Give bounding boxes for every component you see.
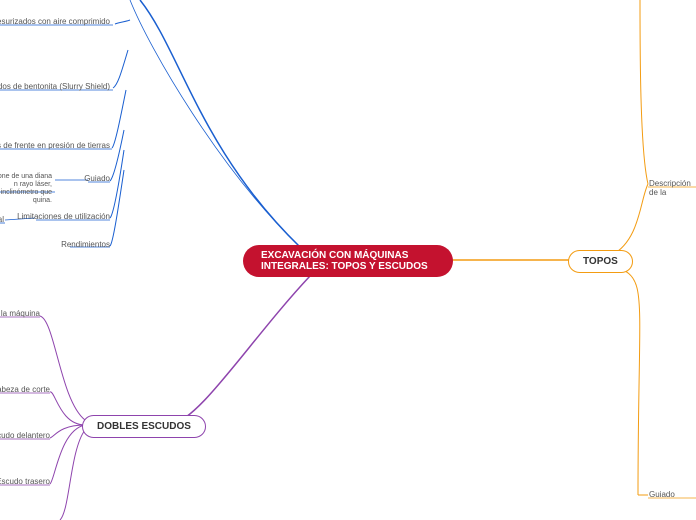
- leaf-cabeza[interactable]: Cabeza de corte: [0, 385, 50, 394]
- leaf-desc-maquina[interactable]: ión de la máquina: [0, 309, 40, 318]
- leaf-aire[interactable]: scudos presurizados con aire comprimido: [0, 17, 110, 26]
- leaf-descripcion[interactable]: Descripción de la: [649, 179, 696, 197]
- leaf-guiado-left[interactable]: Guiado: [60, 174, 110, 183]
- central-topic[interactable]: EXCAVACIÓN CON MÁQUINAS INTEGRALES: TOPO…: [243, 245, 453, 277]
- leaf-rendimientos[interactable]: Rendimientos: [50, 240, 110, 249]
- leaf-limitaciones[interactable]: Limitaciones de utilización: [10, 212, 110, 221]
- leaf-al[interactable]: al: [0, 215, 4, 224]
- mindmap-canvas: EXCAVACIÓN CON MÁQUINAS INTEGRALES: TOPO…: [0, 0, 696, 520]
- leaf-trasero[interactable]: Escudo trasero: [0, 477, 50, 486]
- leaf-delantero[interactable]: Escudo delantero: [0, 431, 50, 440]
- leaf-guiado-right[interactable]: Guiado: [649, 490, 675, 499]
- topic-topos[interactable]: TOPOS: [568, 250, 633, 273]
- topic-dobles-escudos[interactable]: DOBLES ESCUDOS: [82, 415, 206, 438]
- topic-topos-label: TOPOS: [583, 256, 618, 267]
- leaf-presion[interactable]: Escudos de frente en presión de tierras: [0, 141, 110, 150]
- leaf-guiado-desc[interactable]: pone de una diana n rayo láser, n inclin…: [0, 165, 52, 205]
- central-topic-text: EXCAVACIÓN CON MÁQUINAS INTEGRALES: TOPO…: [261, 250, 435, 272]
- topic-dobles-label: DOBLES ESCUDOS: [97, 421, 191, 432]
- leaf-bentonita[interactable]: o escudos de bentonita (Slurry Shield): [0, 82, 110, 91]
